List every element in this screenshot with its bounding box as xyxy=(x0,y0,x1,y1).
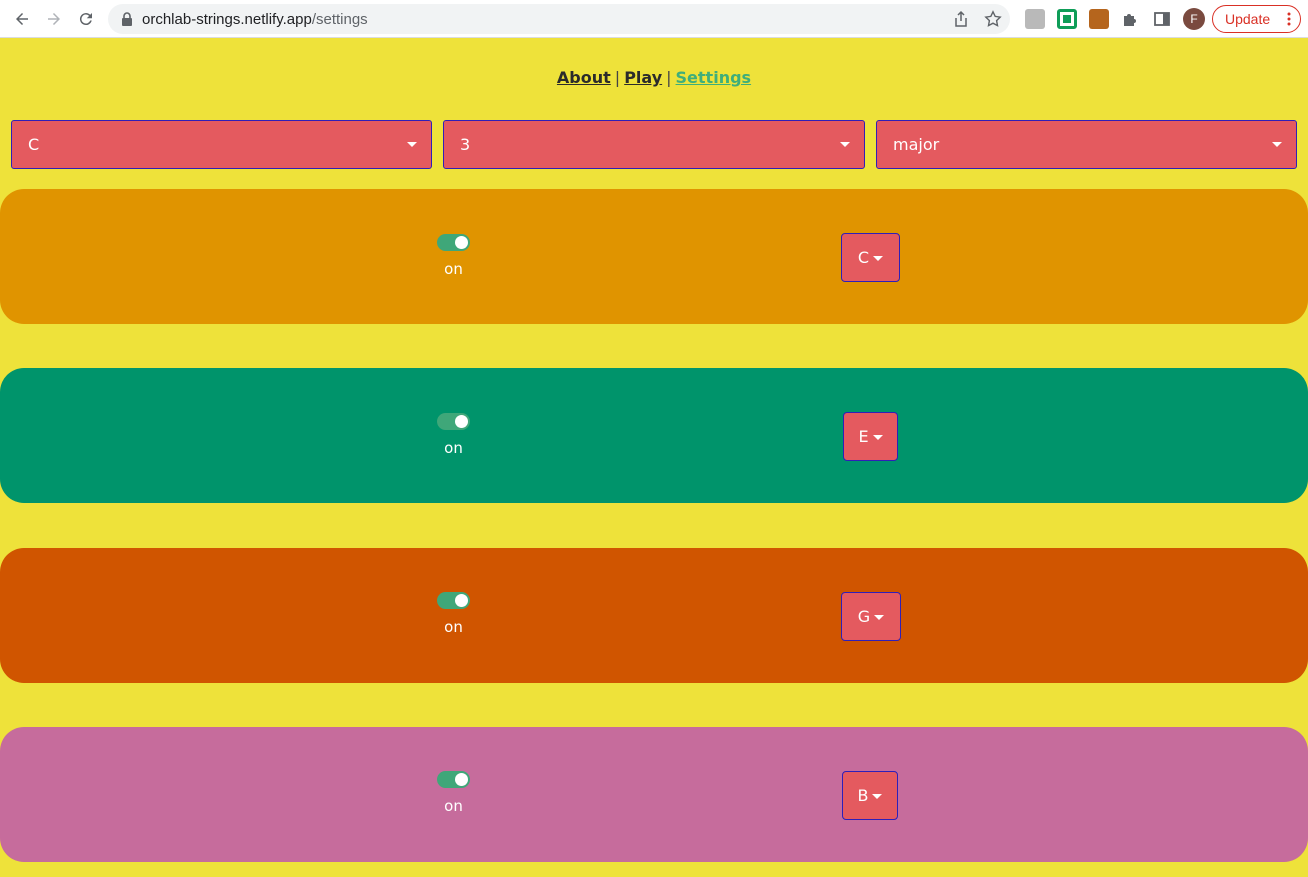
toggle-knob xyxy=(455,594,468,607)
string-toggle-group: on xyxy=(437,771,470,815)
string-note-select[interactable]: E xyxy=(843,412,898,461)
top-nav: About | Play | Settings xyxy=(0,68,1308,87)
root-note-value: C xyxy=(28,135,40,154)
chevron-down-icon xyxy=(873,256,884,261)
update-label: Update xyxy=(1225,11,1271,27)
string-panel: on G xyxy=(0,548,1308,683)
string-toggle[interactable] xyxy=(437,234,470,251)
string-note-select[interactable]: B xyxy=(842,771,898,820)
nav-about-link[interactable]: About xyxy=(557,68,611,87)
nav-separator: | xyxy=(614,68,621,87)
avatar[interactable]: F xyxy=(1183,8,1205,30)
chevron-down-icon xyxy=(1272,142,1282,147)
string-toggle-group: on xyxy=(437,592,470,636)
extension-k-icon[interactable] xyxy=(1025,9,1045,29)
star-icon[interactable] xyxy=(984,10,1002,28)
root-note-select[interactable]: C xyxy=(11,120,432,169)
update-button[interactable]: Update xyxy=(1212,5,1301,33)
sidepanel-icon[interactable] xyxy=(1153,10,1171,28)
chevron-down-icon xyxy=(407,142,417,147)
string-note-value: C xyxy=(857,248,870,267)
string-panel: on E xyxy=(0,368,1308,503)
toggle-status-label: on xyxy=(444,439,463,457)
toggle-knob xyxy=(455,773,468,786)
chevron-down-icon xyxy=(874,615,885,620)
string-note-value: E xyxy=(858,427,869,446)
extension-target-icon[interactable] xyxy=(1057,9,1077,29)
string-panel: on B xyxy=(0,727,1308,862)
string-toggle-group: on xyxy=(437,413,470,457)
chevron-down-icon xyxy=(872,435,883,440)
extension-paint-icon[interactable] xyxy=(1089,9,1109,29)
octave-value: 3 xyxy=(460,135,471,154)
nav-separator: | xyxy=(666,68,672,87)
chevron-down-icon xyxy=(840,142,850,147)
url-host: orchlab-strings.netlify.app xyxy=(142,11,312,28)
toggle-status-label: on xyxy=(444,797,463,815)
scale-select[interactable]: major xyxy=(876,120,1297,169)
toggle-knob xyxy=(455,236,468,249)
share-icon[interactable] xyxy=(952,10,970,28)
string-toggle-group: on xyxy=(437,234,470,278)
url-text: orchlab-strings.netlify.app/settings xyxy=(142,11,368,28)
back-icon[interactable] xyxy=(10,7,34,31)
octave-select[interactable]: 3 xyxy=(443,120,865,169)
scale-value: major xyxy=(893,135,940,154)
nav-settings-link[interactable]: Settings xyxy=(676,68,752,87)
more-icon xyxy=(1287,12,1291,26)
reload-icon[interactable] xyxy=(74,7,98,31)
string-toggle[interactable] xyxy=(437,413,470,430)
forward-icon[interactable] xyxy=(42,7,66,31)
string-toggle[interactable] xyxy=(437,771,470,788)
address-bar[interactable]: orchlab-strings.netlify.app/settings xyxy=(108,4,1010,34)
string-note-value: G xyxy=(857,607,871,626)
puzzle-icon[interactable] xyxy=(1121,10,1139,28)
string-panel: on C xyxy=(0,189,1308,324)
toggle-status-label: on xyxy=(444,618,463,636)
browser-toolbar: orchlab-strings.netlify.app/settings F U… xyxy=(0,0,1308,38)
string-toggle[interactable] xyxy=(437,592,470,609)
nav-play-link[interactable]: Play xyxy=(624,68,662,87)
url-path: /settings xyxy=(311,11,368,28)
toggle-status-label: on xyxy=(444,260,463,278)
string-note-value: B xyxy=(857,786,869,805)
toggle-knob xyxy=(455,415,468,428)
string-note-select[interactable]: C xyxy=(841,233,900,282)
chevron-down-icon xyxy=(872,794,883,799)
lock-icon xyxy=(122,12,132,26)
string-note-select[interactable]: G xyxy=(841,592,901,641)
